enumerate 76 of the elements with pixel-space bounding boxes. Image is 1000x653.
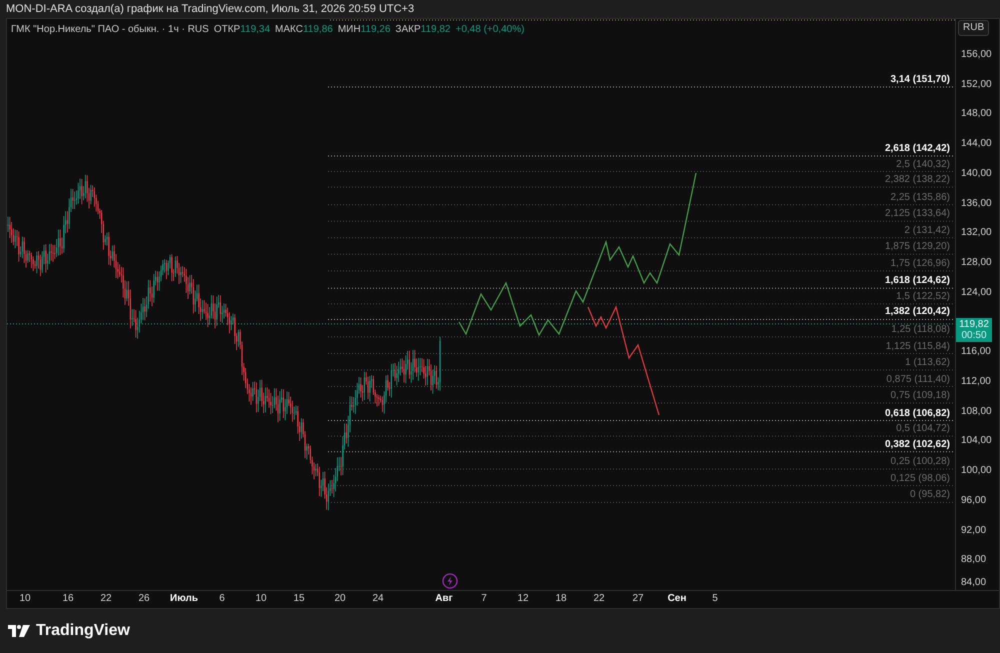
fib-level-label: 1 (113,62)	[905, 357, 950, 369]
price-tick-label: 156,00	[961, 49, 992, 61]
legend-value: 119,26	[360, 23, 390, 37]
price-tick-label: 92,00	[961, 524, 986, 537]
fib-level-label: 2,618 (142,42)	[884, 142, 950, 155]
legend-value: 119,86	[302, 23, 333, 37]
price-tick-label: 132,00	[961, 227, 992, 240]
fib-level-label: 2,25 (135,86)	[890, 192, 950, 204]
fib-level-label: 2,125 (133,64)	[884, 208, 950, 220]
bar-countdown: 00:50	[961, 330, 987, 341]
legend-value: 119,34	[240, 23, 270, 37]
time-tick-label: 27	[632, 593, 644, 605]
price-tick-label: 140,00	[961, 168, 992, 180]
fib-level-label: 0,5 (104,72)	[896, 423, 950, 436]
price-tick-label: 128,00	[961, 257, 992, 270]
currency-button[interactable]: RUB	[958, 20, 990, 36]
current-price: 119,82	[959, 318, 989, 330]
time-tick-label: 7	[481, 593, 487, 605]
time-tick-label: 18	[555, 593, 567, 605]
price-tick-label: 112,00	[961, 376, 991, 388]
fib-level-label: 1,875 (129,20)	[884, 241, 950, 254]
fib-level-label: 1,618 (124,62)	[884, 275, 950, 288]
legend-value: 119,82	[420, 23, 450, 37]
time-tick-label: 26	[138, 593, 150, 605]
legend-label: МИН	[338, 23, 361, 37]
fib-level-label: 1,382 (120,42)	[884, 306, 950, 318]
price-tick-label: 88,00	[961, 554, 986, 566]
time-tick-label: 22	[100, 593, 112, 605]
time-tick-label: 10	[255, 593, 267, 605]
price-tick-label: 84,00	[961, 577, 986, 589]
time-tick-label: 15	[293, 593, 305, 605]
legend-label: ОТКР	[214, 23, 240, 37]
chart-caption: MON-DI-ARA создал(а) график на TradingView.com, Июль 31, 2026 20:59 UTC+3	[6, 2, 414, 17]
time-tick-label: 24	[372, 593, 384, 605]
price-tick-label: 96,00	[961, 494, 986, 507]
price-tick-label: 100,00	[961, 465, 992, 478]
fib-level-label: 1,125 (115,84)	[886, 340, 950, 352]
fib-level-label: 1,75 (126,96)	[890, 258, 950, 270]
price-tick-label: 152,00	[961, 78, 992, 91]
time-tick-label: 22	[593, 593, 605, 605]
fib-level-label: 2,382 (138,22)	[884, 174, 950, 186]
fib-level-label: 3,14 (151,70)	[890, 74, 950, 86]
time-tick-label: 12	[517, 593, 529, 605]
fib-level-label: 0,618 (106,82)	[884, 408, 950, 420]
tradingview-logo-icon	[8, 625, 30, 637]
legend-label: ЗАКР	[395, 23, 421, 37]
fib-level-label: 0 (95,82)	[910, 489, 950, 502]
time-tick-label: Сен	[668, 593, 686, 605]
fib-level-label: 2 (131,42)	[904, 224, 950, 237]
price-tick-label: 104,00	[961, 435, 992, 448]
price-tick-label: 144,00	[961, 138, 992, 150]
time-tick-label: 16	[62, 593, 74, 605]
fib-level-label: 0,382 (102,62)	[884, 438, 950, 451]
legend-label: МАКС	[275, 23, 303, 37]
price-tick-label: 136,00	[961, 198, 992, 210]
fib-level-label: 0,75 (109,18)	[890, 390, 950, 402]
price-tick-label: 108,00	[961, 406, 992, 418]
fib-level-label: 1,25 (118,08)	[891, 324, 950, 336]
fib-level-label: 0,875 (111,40)	[886, 374, 950, 386]
time-tick-label: 5	[712, 593, 718, 605]
legend-symbol: ГМК "Нор.Никель" ПАО - обыкн. · 1ч · RUS	[11, 23, 209, 37]
time-tick-label: 10	[19, 593, 31, 605]
price-tick-label: 124,00	[961, 286, 992, 299]
price-tick-label: 116,00	[961, 346, 991, 358]
fib-level-label: 1,5 (122,52)	[896, 290, 950, 303]
fib-level-label: 0,25 (100,28)	[890, 456, 950, 468]
time-tick-label: Июль	[170, 593, 198, 605]
brand-name: TradingView	[36, 621, 130, 641]
fib-level-label: 2,5 (140,32)	[896, 158, 950, 171]
fib-level-label: 0,125 (98,06)	[890, 472, 950, 485]
time-tick-label: Авг	[435, 593, 453, 605]
legend-change: +0,48 (+0,40%)	[455, 23, 524, 37]
lightning-icon[interactable]	[442, 573, 458, 589]
price-tick-label: 148,00	[961, 108, 992, 120]
time-tick-label: 6	[219, 593, 225, 605]
time-tick-label: 20	[334, 593, 346, 605]
